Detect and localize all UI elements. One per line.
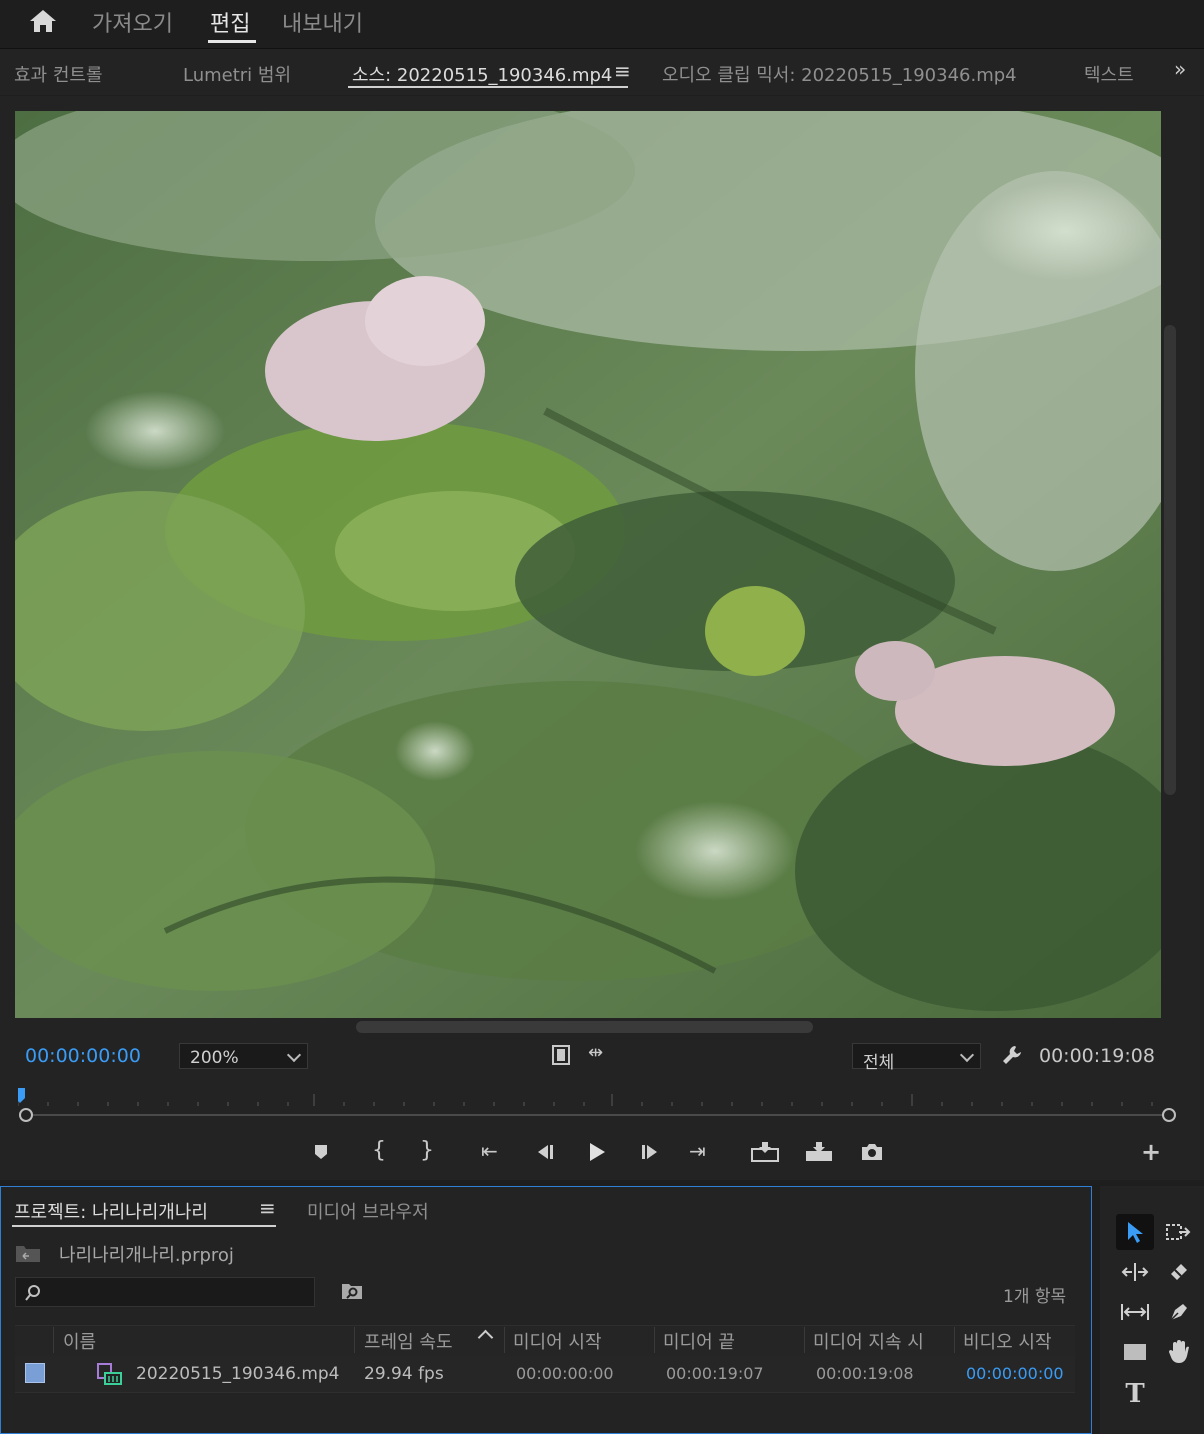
overwrite-icon[interactable] bbox=[804, 1141, 834, 1163]
zoom-scrollbar-track[interactable] bbox=[26, 1114, 1170, 1116]
project-tab-underline bbox=[12, 1225, 276, 1227]
chevron-down-icon bbox=[286, 1047, 302, 1063]
source-tab-underline bbox=[348, 86, 628, 88]
play-icon[interactable] bbox=[586, 1141, 608, 1163]
clip-frame-rate: 29.94 fps bbox=[364, 1364, 444, 1384]
tab-source[interactable]: 소스: 20220515_190346.mp4 bbox=[352, 61, 612, 87]
video-clip-icon bbox=[97, 1363, 122, 1385]
seaweed-frame-image bbox=[15, 111, 1161, 1018]
tab-text[interactable]: 텍스트 bbox=[1084, 61, 1140, 87]
resolution-dropdown[interactable]: 전체 bbox=[852, 1043, 981, 1073]
go-to-out-icon[interactable]: ⇥ bbox=[689, 1141, 706, 1161]
item-count: 1개 항목 bbox=[1003, 1287, 1067, 1307]
tab-lumetri-scopes[interactable]: Lumetri 범위 bbox=[183, 61, 291, 87]
mode-edit-underline bbox=[208, 40, 256, 43]
hamburger-menu-icon[interactable]: ≡ bbox=[259, 1196, 276, 1220]
workspace-bar: 가져오기 편집 내보내기 bbox=[0, 0, 1204, 46]
razor-tool-icon[interactable] bbox=[1160, 1254, 1198, 1290]
time-ruler[interactable] bbox=[18, 1088, 1173, 1108]
mode-import[interactable]: 가져오기 bbox=[92, 6, 173, 38]
selection-tool-icon[interactable] bbox=[1116, 1214, 1154, 1250]
slip-tool-icon[interactable] bbox=[1116, 1294, 1154, 1330]
search-input[interactable] bbox=[15, 1277, 315, 1307]
column-divider bbox=[504, 1327, 505, 1353]
label-color-swatch[interactable] bbox=[25, 1363, 45, 1383]
pen-tool-icon[interactable] bbox=[1160, 1294, 1198, 1330]
zoom-scroll-right-handle[interactable] bbox=[1162, 1108, 1176, 1122]
double-chevron-right-icon[interactable]: » bbox=[1174, 57, 1186, 81]
column-divider bbox=[354, 1327, 355, 1353]
column-divider bbox=[53, 1327, 54, 1353]
zoom-value: 200% bbox=[190, 1048, 239, 1068]
search-icon bbox=[25, 1285, 40, 1301]
viewer-vertical-scrollbar[interactable] bbox=[1164, 325, 1176, 795]
mark-out-icon[interactable]: } bbox=[420, 1140, 434, 1162]
mode-export[interactable]: 내보내기 bbox=[282, 6, 363, 38]
camera-icon[interactable] bbox=[860, 1143, 884, 1161]
track-select-forward-tool-icon[interactable] bbox=[1160, 1214, 1198, 1250]
playhead-timecode[interactable]: 00:00:00:00 bbox=[25, 1045, 141, 1067]
column-header-frame-rate[interactable]: 프레임 속도 bbox=[364, 1328, 453, 1354]
tab-effect-controls[interactable]: 효과 컨트롤 bbox=[14, 61, 103, 87]
column-header-media-duration[interactable]: 미디어 지속 시 bbox=[813, 1328, 949, 1354]
zoom-dropdown[interactable]: 200% bbox=[179, 1043, 308, 1069]
column-divider bbox=[654, 1327, 655, 1353]
find-bin-icon[interactable] bbox=[341, 1282, 363, 1300]
mark-in-icon[interactable]: { bbox=[372, 1140, 386, 1162]
tab-media-browser[interactable]: 미디어 브라우저 bbox=[307, 1198, 429, 1224]
mode-edit[interactable]: 편집 bbox=[210, 6, 250, 38]
home-icon[interactable] bbox=[28, 8, 58, 34]
wrench-icon[interactable] bbox=[1001, 1044, 1023, 1066]
rectangle-tool-icon[interactable] bbox=[1116, 1334, 1154, 1370]
column-divider bbox=[804, 1327, 805, 1353]
clip-media-end: 00:00:19:07 bbox=[666, 1364, 764, 1383]
ripple-edit-tool-icon[interactable] bbox=[1116, 1254, 1154, 1290]
hamburger-menu-icon[interactable]: ≡ bbox=[614, 59, 631, 83]
step-back-icon[interactable] bbox=[534, 1144, 556, 1160]
project-folder-icon bbox=[16, 1246, 40, 1262]
add-button-icon[interactable]: + bbox=[1141, 1140, 1161, 1164]
insert-icon[interactable] bbox=[750, 1141, 780, 1163]
film-strip-icon[interactable] bbox=[551, 1045, 571, 1065]
add-marker-icon[interactable] bbox=[312, 1143, 330, 1161]
column-divider bbox=[954, 1327, 955, 1353]
duration-timecode: 00:00:19:08 bbox=[1039, 1045, 1155, 1067]
type-tool-icon[interactable]: T bbox=[1116, 1376, 1154, 1412]
clip-video-start[interactable]: 00:00:00:00 bbox=[966, 1364, 1064, 1383]
hand-tool-icon[interactable] bbox=[1160, 1334, 1198, 1370]
column-header-video-start[interactable]: 비디오 시작 bbox=[963, 1328, 1073, 1354]
resolution-value: 전체 bbox=[863, 1053, 895, 1073]
audio-waveform-icon[interactable]: ⇹ bbox=[588, 1044, 603, 1062]
chevron-down-icon bbox=[959, 1047, 975, 1063]
column-header-name[interactable]: 이름 bbox=[63, 1328, 96, 1354]
project-file-name: 나리나리개나리.prproj bbox=[59, 1245, 234, 1266]
clip-media-start: 00:00:00:00 bbox=[516, 1364, 614, 1383]
tab-project[interactable]: 프로젝트: 나리나리개나리 bbox=[14, 1198, 208, 1224]
clip-name[interactable]: 20220515_190346.mp4 bbox=[136, 1364, 340, 1384]
clip-media-duration: 00:00:19:08 bbox=[816, 1364, 914, 1383]
column-header-media-end[interactable]: 미디어 끝 bbox=[663, 1328, 735, 1354]
zoom-scroll-left-handle[interactable] bbox=[19, 1108, 33, 1122]
video-frame bbox=[15, 111, 1161, 1018]
column-header-media-start[interactable]: 미디어 시작 bbox=[513, 1328, 602, 1354]
go-to-in-icon[interactable]: ⇤ bbox=[481, 1141, 498, 1161]
tab-audio-clip-mixer[interactable]: 오디오 클립 믹서: 20220515_190346.mp4 bbox=[662, 61, 1017, 87]
viewer-horizontal-scrollbar[interactable] bbox=[356, 1021, 813, 1033]
step-forward-icon[interactable] bbox=[639, 1144, 661, 1160]
